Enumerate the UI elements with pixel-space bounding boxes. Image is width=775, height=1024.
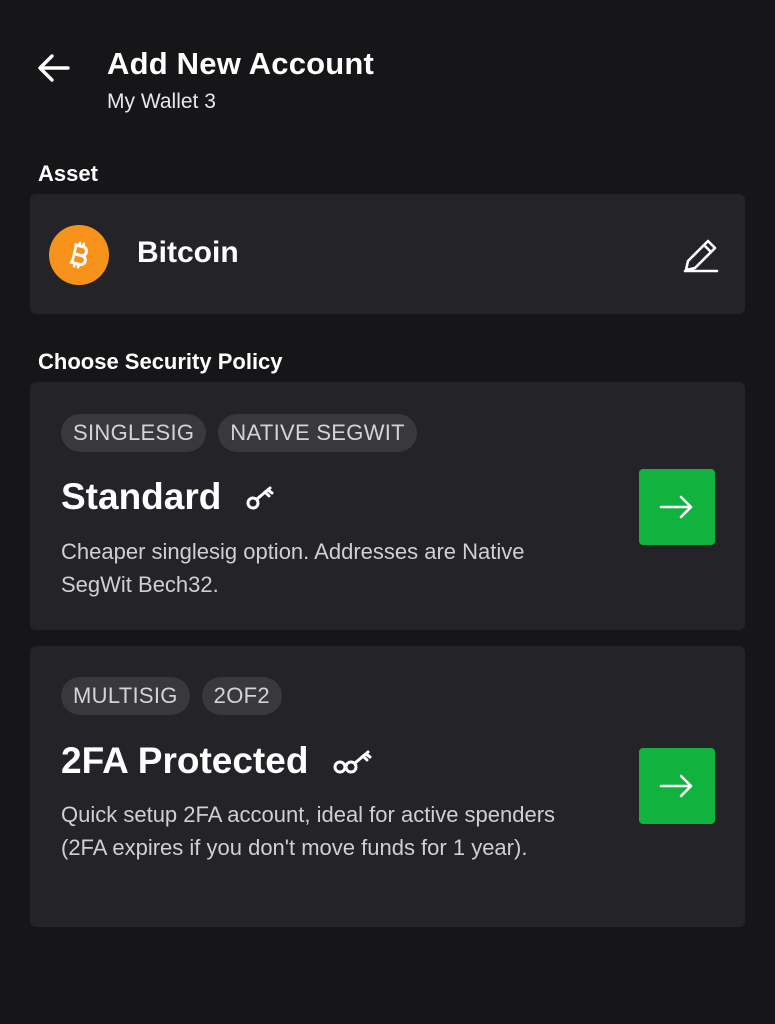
- tag-multisig: MULTISIG: [61, 677, 190, 715]
- edit-asset-button[interactable]: [680, 234, 722, 276]
- asset-card[interactable]: Bitcoin: [30, 194, 745, 314]
- tag-list: SINGLESIG NATIVE SEGWIT: [61, 414, 417, 452]
- bitcoin-logo: [49, 225, 109, 285]
- security-policy-section-label: Choose Security Policy: [38, 349, 283, 374]
- policy-card-standard[interactable]: SINGLESIG NATIVE SEGWIT Standard Cheaper…: [30, 382, 745, 630]
- policy-card-2fa-protected[interactable]: MULTISIG 2OF2 2FA Protected Quick setup …: [30, 646, 745, 927]
- key-icon: [246, 486, 274, 510]
- two-keys-icon: [333, 750, 372, 774]
- asset-name: Bitcoin: [137, 236, 239, 269]
- bitcoin-icon: [69, 241, 88, 269]
- policy-description: Quick setup 2FA account, ideal for activ…: [61, 802, 556, 860]
- tag-2of2: 2OF2: [201, 677, 282, 715]
- select-standard-button[interactable]: [639, 469, 715, 545]
- back-button[interactable]: [34, 48, 74, 88]
- policy-description: Cheaper singlesig option. Addresses are …: [61, 539, 525, 597]
- pencil-icon: [683, 239, 719, 273]
- select-2fa-protected-button[interactable]: [639, 748, 715, 824]
- asset-section-label: Asset: [38, 161, 98, 186]
- wallet-name: My Wallet 3: [107, 90, 216, 113]
- arrow-right-icon: [659, 774, 693, 798]
- back-arrow-icon: [38, 54, 70, 82]
- arrow-right-icon: [659, 495, 693, 519]
- policy-title: 2FA Protected: [61, 740, 374, 782]
- policy-title-text: 2FA Protected: [61, 740, 309, 781]
- header: Add New Account My Wallet 3: [0, 0, 775, 140]
- page-title: Add New Account: [107, 46, 375, 81]
- policy-title: Standard: [61, 476, 275, 518]
- tag-list: MULTISIG 2OF2: [61, 677, 282, 715]
- policy-title-text: Standard: [61, 476, 222, 517]
- tag-native-segwit: NATIVE SEGWIT: [218, 414, 417, 452]
- tag-singlesig: SINGLESIG: [61, 414, 207, 452]
